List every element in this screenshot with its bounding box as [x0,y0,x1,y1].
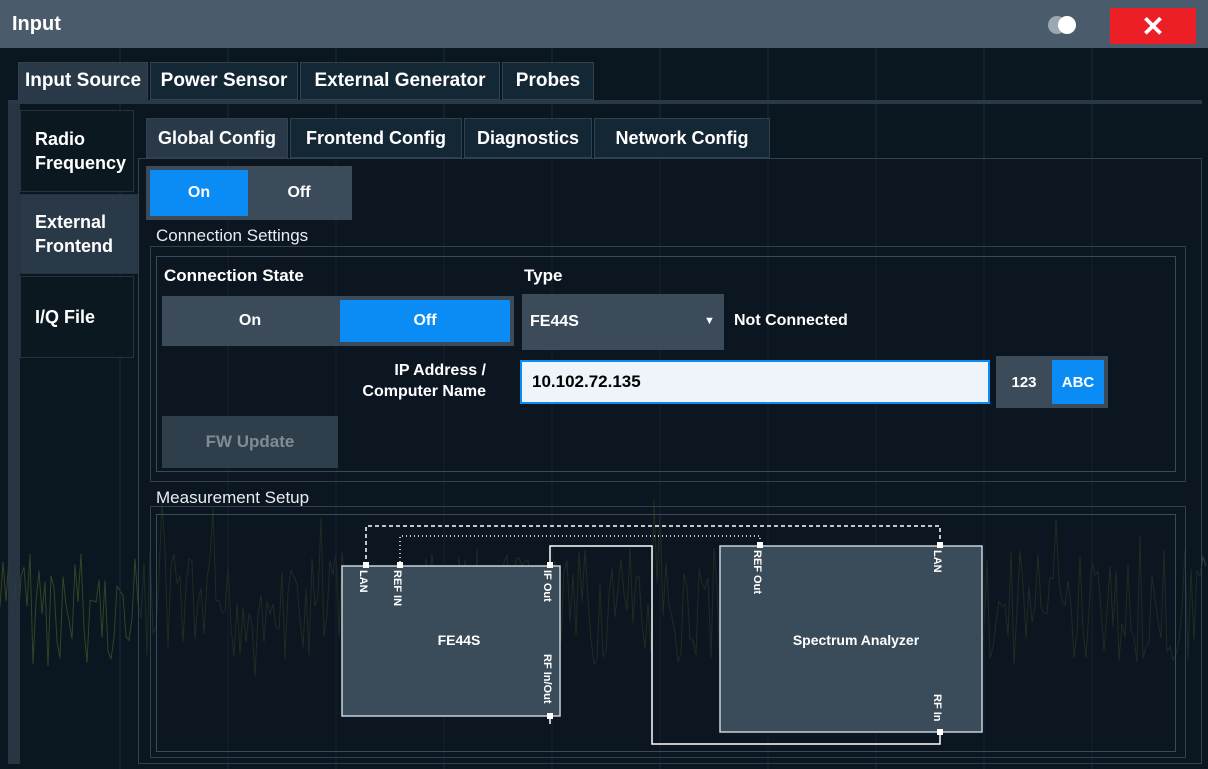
keyboard-alpha-button[interactable]: ABC [1052,360,1104,404]
sidetab-radio-frequency[interactable]: Radio Frequency [20,110,134,192]
connection-on-button[interactable]: On [162,296,338,346]
connection-off-button[interactable]: Off [340,300,510,342]
sa-port-label-rfin: RF In [931,694,943,722]
window-title: Input [12,13,61,35]
sidetab-iq-file[interactable]: I/Q File [20,276,134,358]
frontend-type-select[interactable]: FE44S ▼ [522,294,724,350]
keyboard-numeric-button[interactable]: 123 [1000,360,1048,404]
measurement-setup-title: Measurement Setup [156,488,310,507]
ip-address-label: IP Address / Computer Name [362,362,486,400]
fe-refin-port [397,562,403,568]
tab-input-source[interactable]: Input Source [18,62,148,100]
fe-rfinout-port [547,713,553,719]
fe-port-label-refin: REF IN [391,570,403,606]
title-bar [0,0,1208,48]
close-icon: ✕ [1141,10,1165,42]
frontend-on-button[interactable]: On [150,170,248,216]
tab-power-sensor[interactable]: Power Sensor [150,62,298,100]
connection-state-label: Connection State [164,266,304,285]
fw-update-button: FW Update [162,416,338,468]
chevron-down-icon: ▼ [704,315,715,327]
ref-connection-line [399,535,761,566]
sidetab-external-frontend[interactable]: External Frontend [20,194,138,274]
tab-strip-divider [8,100,1202,104]
tab-network-config[interactable]: Network Config [594,118,770,158]
sa-refout-port [757,542,763,548]
frontend-enable-toggle[interactable]: On Off [146,166,352,220]
tab-external-generator[interactable]: External Generator [300,62,500,100]
type-label: Type [524,266,563,285]
frontend-off-button[interactable]: Off [250,170,348,216]
display-toggle-icon[interactable] [1044,14,1080,36]
fe-lan-port [363,562,369,568]
tab-frontend-config[interactable]: Frontend Config [290,118,462,158]
measurement-setup-diagram: LAN REF IN IF Out RF In/Out REF Out LAN … [341,525,983,745]
side-strip [8,104,20,764]
close-button[interactable]: ✕ [1110,8,1196,44]
fe-port-label-rfinout: RF In/Out [541,654,553,704]
tab-diagnostics[interactable]: Diagnostics [464,118,592,158]
tab-probes[interactable]: Probes [502,62,594,100]
connection-state-toggle[interactable]: On Off [162,296,514,346]
keyboard-mode-toggle[interactable]: 123 ABC [996,356,1108,408]
sa-port-label-lan: LAN [931,550,943,573]
connection-status: Not Connected [734,312,848,329]
type-select-value: FE44S [530,313,579,330]
fe-port-label-ifout: IF Out [541,570,553,602]
fe-ifout-port [547,562,553,568]
analyzer-name: Spectrum Analyzer [793,632,920,648]
frontend-name: FE44S [438,632,481,648]
ip-address-input[interactable] [520,360,990,404]
sidetab-label: Radio Frequency [35,129,127,173]
sa-port-label-refout: REF Out [751,550,763,594]
connection-settings-title: Connection Settings [156,226,309,245]
sa-rfin-port [937,729,943,735]
fe-port-label-lan: LAN [357,570,369,593]
sidetab-label: External Frontend [35,212,113,256]
tab-global-config[interactable]: Global Config [146,118,288,158]
sa-lan-port [937,542,943,548]
